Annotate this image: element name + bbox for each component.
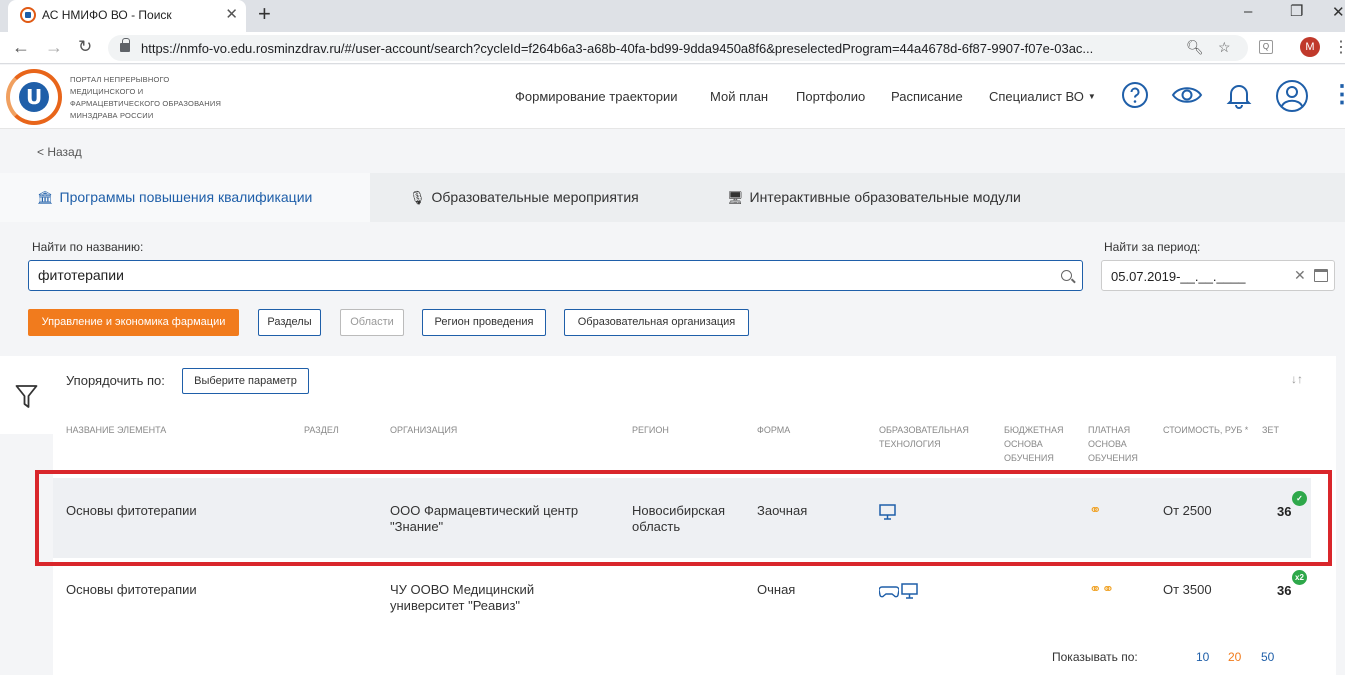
filter-chip-pharmacy-management[interactable]: Управление и экономика фармации (28, 309, 239, 336)
eye-icon[interactable] (1171, 81, 1203, 109)
close-tab-icon[interactable]: ✕ (225, 5, 238, 23)
multiplier-badge: x2 (1292, 570, 1307, 585)
filter-panel (0, 356, 53, 434)
restore-window-icon[interactable]: ❐ (1290, 2, 1303, 20)
chevron-down-icon: ▼ (1087, 92, 1096, 101)
nav-portfolio[interactable]: Портфолио (796, 89, 865, 104)
column-header-budget[interactable]: Бюджетная основа обучения (1004, 423, 1074, 465)
clear-icon[interactable]: ✕ (1294, 267, 1306, 284)
close-window-icon[interactable]: ✕ (1332, 3, 1345, 21)
tab-interactive-modules-label: Интерактивные образовательные модули (749, 189, 1021, 205)
profile-avatar[interactable]: M (1300, 37, 1320, 57)
microphone-icon: 🎙︎ (409, 190, 426, 205)
filter-chip-region[interactable]: Регион проведения (422, 309, 546, 336)
bank-icon: 🏛︎ (37, 190, 54, 205)
column-header-organization[interactable]: Организация (390, 423, 490, 437)
computer-icon (901, 583, 918, 599)
site-header: Портал непрерывного медицинского и фарма… (0, 65, 1345, 129)
browser-tab[interactable]: АС НМИФО ВО - Поиск ✕ (8, 0, 246, 32)
nav-trajectory[interactable]: Формирование траектории (515, 89, 678, 104)
nav-my-plan[interactable]: Мой план (710, 89, 768, 104)
column-header-name[interactable]: Название элемента (66, 423, 206, 437)
page-size-label: Показывать по: (1052, 650, 1138, 664)
nav-specialist-label: Специалист ВО (989, 89, 1084, 104)
calendar-icon[interactable] (1314, 269, 1328, 282)
tab-interactive-modules[interactable]: 🖥︎ Интерактивные образовательные модули (727, 173, 1021, 222)
user-account-icon[interactable] (1275, 79, 1309, 113)
column-header-cost[interactable]: Стоимость, руб * (1163, 423, 1253, 437)
sort-direction-icon[interactable]: ↓↑ (1291, 372, 1303, 386)
highlight-frame (35, 470, 1332, 566)
portal-logo-icon[interactable] (6, 69, 62, 125)
filter-chip-areas[interactable]: Области (340, 309, 404, 336)
browser-tab-bar: АС НМИФО ВО - Поиск ✕ + – ❐ ✕ (0, 0, 1345, 32)
zoom-search-icon[interactable]: 🔍︎ (1186, 39, 1204, 56)
column-header-region[interactable]: Регион (632, 423, 692, 437)
gamepad-icon (879, 586, 899, 598)
monitor-icon: 🖥︎ (727, 190, 744, 205)
page-size-10[interactable]: 10 (1196, 650, 1209, 664)
browser-tab-title: АС НМИФО ВО - Поиск (42, 8, 172, 22)
page-size-50[interactable]: 50 (1261, 650, 1274, 664)
bell-icon[interactable] (1226, 81, 1252, 109)
extension-icon[interactable]: Q (1259, 40, 1273, 54)
row-zet: 36 (1277, 583, 1292, 598)
column-header-technology[interactable]: Образовательная технология (879, 423, 984, 451)
page-size-20[interactable]: 20 (1228, 650, 1241, 664)
new-tab-button[interactable]: + (258, 1, 271, 27)
column-header-zet[interactable]: Зет (1262, 423, 1302, 437)
back-link[interactable]: < Назад (37, 145, 82, 159)
row-name[interactable]: Основы фитотерапии (66, 582, 286, 598)
filter-funnel-icon[interactable] (15, 384, 38, 410)
row-form: Очная (757, 582, 796, 597)
period-input[interactable]: 05.07.2019-__.__.____ (1111, 269, 1245, 284)
minimize-window-icon[interactable]: – (1244, 3, 1252, 20)
column-header-form[interactable]: Форма (757, 423, 817, 437)
search-field[interactable] (28, 260, 1083, 291)
lock-icon (120, 38, 130, 52)
filter-chip-organization[interactable]: Образовательная организация (564, 309, 749, 336)
column-header-section[interactable]: Раздел (304, 423, 364, 437)
program-tabs: 🏛︎ Программы повышения квалификации 🎙︎ Обр… (0, 173, 1345, 222)
row-organization: ЧУ ООВО Медицинский университет "Реавиз" (390, 582, 535, 613)
paperclip-icon: ⚭⚭ (1089, 581, 1115, 598)
bookmark-star-icon[interactable]: ☆ (1218, 39, 1231, 56)
column-header-paid[interactable]: Платная основа обучения (1088, 423, 1158, 465)
period-field[interactable]: 05.07.2019-__.__.____ ✕ (1101, 260, 1335, 291)
sort-label: Упорядочить по: (66, 373, 165, 388)
help-icon[interactable] (1121, 81, 1149, 109)
sort-parameter-button[interactable]: Выберите параметр (182, 368, 309, 394)
tab-qualification-programs-label: Программы повышения квалификации (59, 189, 313, 205)
forward-arrow-icon[interactable]: → (45, 37, 63, 58)
more-menu-icon[interactable]: ⋮ (1330, 81, 1345, 109)
period-label: Найти за период: (1104, 240, 1201, 254)
browser-menu-icon[interactable]: ⋮ (1333, 37, 1345, 57)
row-price: От 3500 (1163, 582, 1212, 597)
nav-schedule[interactable]: Расписание (891, 89, 963, 104)
nav-specialist-dropdown[interactable]: Специалист ВО ▼ (989, 89, 1096, 104)
reload-icon[interactable]: ↻ (78, 37, 92, 57)
filter-chip-sections[interactable]: Разделы (258, 309, 321, 336)
tab-educational-events[interactable]: 🎙︎ Образовательные мероприятия (409, 173, 639, 222)
table-row[interactable]: Основы фитотерапии ЧУ ООВО Медицинский у… (53, 562, 1311, 642)
search-icon[interactable] (1061, 270, 1072, 281)
tab-educational-events-label: Образовательные мероприятия (431, 189, 639, 205)
browser-toolbar: ← → ↻ https://nmfo-vo.edu.rosminzdrav.ru… (0, 32, 1345, 64)
site-favicon-icon (20, 7, 36, 23)
address-bar[interactable]: https://nmfo-vo.edu.rosminzdrav.ru/#/use… (108, 35, 1248, 61)
search-input[interactable] (38, 267, 1038, 283)
portal-logo-text[interactable]: Портал непрерывного медицинского и фарма… (70, 74, 230, 122)
search-label: Найти по названию: (32, 240, 144, 254)
back-arrow-icon[interactable]: ← (12, 37, 30, 58)
address-url[interactable]: https://nmfo-vo.edu.rosminzdrav.ru/#/use… (141, 41, 1171, 56)
tab-qualification-programs[interactable]: 🏛︎ Программы повышения квалификации (0, 173, 370, 222)
